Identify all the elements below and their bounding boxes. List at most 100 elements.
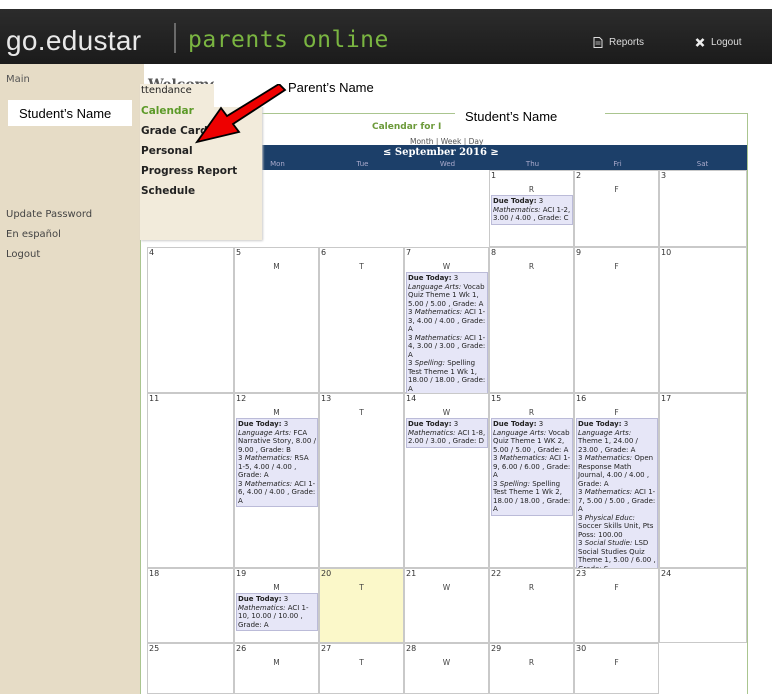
- calendar-day-21[interactable]: 21 W: [404, 568, 489, 643]
- calendar-day-13[interactable]: 13 T: [319, 393, 404, 568]
- brand-parents-online: parents online: [188, 27, 389, 53]
- menu-item-attendance[interactable]: ttendance: [141, 85, 192, 96]
- day-number: 7: [406, 248, 412, 257]
- dow-tue: Tue: [356, 160, 369, 168]
- day-rotation-letter: T: [359, 408, 364, 417]
- menu-item-personal[interactable]: Personal: [141, 145, 193, 157]
- day-rotation-letter: M: [273, 658, 280, 667]
- calendar-day-7[interactable]: 7 W Due Today: 3 Language Arts: Vocab Quiz …: [404, 247, 489, 395]
- day-number: 9: [576, 248, 582, 257]
- calendar-day-2[interactable]: 2F: [574, 170, 659, 247]
- calendar-day-24[interactable]: 24: [659, 568, 747, 643]
- calendar-day-5[interactable]: 5M: [234, 247, 319, 393]
- calendar-day-28[interactable]: 28 W: [404, 643, 489, 694]
- calendar-day-10[interactable]: 10: [659, 247, 747, 393]
- day-number: 29: [491, 644, 502, 653]
- day-rotation-letter: W: [442, 658, 451, 667]
- calendar-day-19[interactable]: 19 M Due Today: 3 Mathematics: ACI 1-10, 10…: [234, 568, 319, 643]
- day-number: 17: [661, 394, 672, 403]
- day-rotation-letter: W: [442, 262, 451, 271]
- day-number: 22: [491, 569, 502, 578]
- calendar-day-20[interactable]: 20 T: [319, 568, 404, 643]
- day-number: 21: [406, 569, 417, 578]
- day-number: 20: [321, 569, 332, 578]
- parent-name-label: Parent’s Name: [288, 80, 374, 95]
- calendar-day-6[interactable]: 6T: [319, 247, 404, 393]
- day-number: 16: [576, 394, 587, 403]
- menu-item-progress-report[interactable]: Progress Report: [141, 165, 237, 177]
- day-number: 23: [576, 569, 587, 578]
- due-today-box[interactable]: Due Today: 3 Mathematics: ACI 1-8, 2.00 /…: [406, 418, 488, 448]
- day-number: 19: [236, 569, 247, 578]
- calendar-day-14[interactable]: 14 W Due Today: 3 Mathematics: ACI 1-8, 2.0…: [404, 393, 489, 568]
- calendar-day-26[interactable]: 26 M: [234, 643, 319, 694]
- day-number: 8: [491, 248, 497, 257]
- logout-button[interactable]: Logout: [695, 37, 742, 48]
- day-rotation-letter: M: [273, 262, 280, 271]
- day-number: 10: [661, 248, 672, 257]
- sidebar-logout[interactable]: Logout: [6, 249, 40, 260]
- calendar-title: Calendar for I: [372, 122, 442, 132]
- calendar-day-1[interactable]: 1 R Due Today: 3 Mathematics: ACI 1-2, 3.00…: [489, 170, 574, 247]
- calendar-day-22[interactable]: 22 R: [489, 568, 574, 643]
- day-number: 11: [149, 394, 160, 403]
- page-root: go.edustar parents online Reports Logout…: [0, 0, 772, 694]
- day-number: 1: [491, 171, 497, 180]
- calendar-day-16[interactable]: 16 F Due Today: 3 Language Arts: Theme 1, 2…: [574, 393, 659, 575]
- calendar-day-30[interactable]: 30 F: [574, 643, 659, 694]
- calendar-day-9[interactable]: 9F: [574, 247, 659, 393]
- calendar-day-25[interactable]: 25: [147, 643, 234, 694]
- logout-label: Logout: [711, 37, 742, 48]
- close-icon: [695, 38, 705, 47]
- day-number: 26: [236, 644, 247, 653]
- day-rotation-letter: W: [442, 408, 451, 417]
- calendar-day-23[interactable]: 23 F: [574, 568, 659, 643]
- calendar-day-11[interactable]: 11: [147, 393, 234, 568]
- calendar-day-12[interactable]: 12 M Due Today: 3 Language Arts: FCA Narrat…: [234, 393, 319, 568]
- day-number: 12: [236, 394, 247, 403]
- red-arrow-annotation: [194, 84, 287, 144]
- calendar-day-8[interactable]: 8R: [489, 247, 574, 393]
- day-rotation-letter: R: [528, 583, 535, 592]
- sidebar: [0, 64, 144, 694]
- calendar-month-label[interactable]: ≤ September 2016 ≥: [383, 147, 499, 158]
- calendar-day-4[interactable]: 4: [147, 247, 234, 393]
- due-today-box[interactable]: Due Today: 3 Language Arts: FCA Narrative…: [236, 418, 318, 507]
- dow-sat: Sat: [696, 160, 709, 168]
- day-number: 28: [406, 644, 417, 653]
- menu-item-schedule[interactable]: Schedule: [141, 185, 195, 197]
- day-number: 13: [321, 394, 332, 403]
- due-today-box[interactable]: Due Today: 3 Mathematics: ACI 1-2, 3.00 /…: [491, 195, 573, 225]
- menu-item-calendar[interactable]: Calendar: [141, 105, 194, 117]
- day-number: 6: [321, 248, 327, 257]
- brand-separator: [174, 23, 176, 53]
- dow-fri: Fri: [613, 160, 622, 168]
- calendar-day-15[interactable]: 15 R Due Today: 3 Language Arts: Vocab Quiz…: [489, 393, 574, 568]
- day-number: 4: [149, 248, 155, 257]
- due-today-box[interactable]: Due Today: 3 Language Arts: Vocab Quiz Th…: [406, 272, 488, 395]
- day-number: 5: [236, 248, 242, 257]
- day-rotation-letter: F: [614, 262, 619, 271]
- brand-go-edustar[interactable]: go.edustar: [6, 25, 141, 57]
- sidebar-update-password[interactable]: Update Password: [6, 209, 92, 220]
- day-rotation-letter: F: [614, 185, 619, 194]
- sidebar-main[interactable]: Main: [6, 74, 30, 85]
- day-number: 27: [321, 644, 332, 653]
- day-rotation-letter: R: [528, 658, 535, 667]
- calendar-day-18[interactable]: 18: [147, 568, 234, 643]
- day-rotation-letter: T: [359, 262, 364, 271]
- due-today-box[interactable]: Due Today: 3 Language Arts: Vocab Quiz Th…: [491, 418, 573, 516]
- sidebar-espanol[interactable]: En español: [6, 229, 61, 240]
- calendar-day-17[interactable]: 17: [659, 393, 747, 568]
- day-number: 3: [661, 171, 667, 180]
- calendar-day-29[interactable]: 29 R: [489, 643, 574, 694]
- day-rotation-letter: T: [359, 583, 364, 592]
- day-rotation-letter: R: [528, 185, 535, 194]
- due-today-box[interactable]: Due Today: 3 Language Arts: Theme 1, 24.0…: [576, 418, 658, 575]
- calendar-day-3[interactable]: 3: [659, 170, 747, 247]
- due-today-box[interactable]: Due Today: 3 Mathematics: ACI 1-10, 10.00…: [236, 593, 318, 631]
- reports-button[interactable]: Reports: [593, 37, 644, 48]
- day-rotation-letter: F: [614, 583, 619, 592]
- calendar-day-27[interactable]: 27 T: [319, 643, 404, 694]
- student-name-overlay-right: Student’s Name: [455, 106, 605, 128]
